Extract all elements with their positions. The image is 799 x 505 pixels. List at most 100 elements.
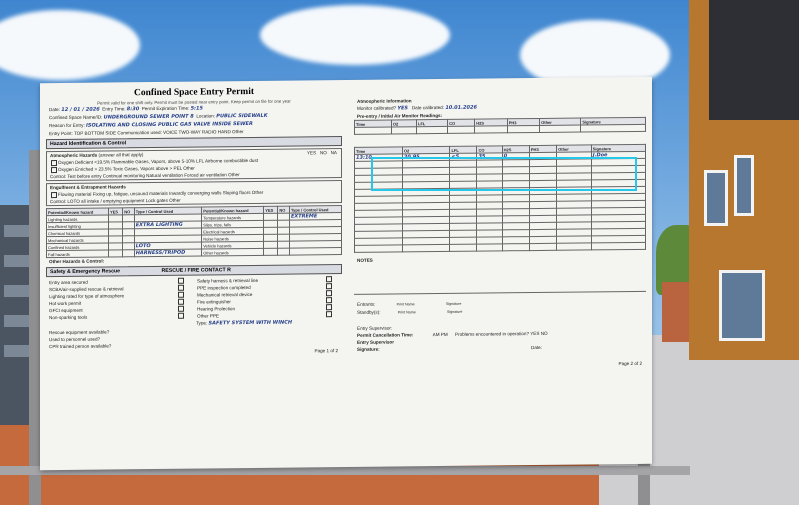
- house: [689, 0, 799, 360]
- checkbox-icon[interactable]: [326, 297, 332, 304]
- checkbox-icon[interactable]: [178, 298, 184, 305]
- rescue-grid: Entry area secured SCBA/air-supplied resc…: [46, 276, 342, 321]
- cancel-am-pm[interactable]: AM PM: [433, 332, 448, 337]
- hazard-cell[interactable]: Fall hazards: [46, 249, 109, 258]
- signature-label: Signature:: [357, 346, 380, 352]
- entrants-signature: Signature: [445, 301, 462, 306]
- notes-area[interactable]: [354, 260, 646, 295]
- monitor-cal-value[interactable]: YES: [397, 105, 408, 111]
- space-name-label: Confined Space Name/ID:: [49, 114, 103, 121]
- atm-control-text: Control: Test before entry Continual mon…: [50, 172, 240, 180]
- atm-no-label: NO: [319, 150, 327, 156]
- standby-label: Standby(s):: [357, 309, 381, 315]
- rescue-item-label: Hot work permit: [49, 300, 82, 307]
- permit-page-2: Atmospheric Information Monitor calibrat…: [354, 77, 646, 467]
- reading-cell[interactable]: [556, 242, 592, 251]
- checkbox-icon[interactable]: [51, 166, 57, 173]
- permit-expiry-label: Permit Expiration Time:: [141, 105, 190, 112]
- reading-cell[interactable]: [591, 242, 646, 250]
- location-value[interactable]: PUBLIC SIDEWALK: [216, 113, 267, 120]
- rescue-item-label: Fire extinguisher: [197, 299, 231, 305]
- cancel-time-label: Permit Cancellation Time:: [357, 332, 414, 338]
- hazard-cell[interactable]: [122, 249, 135, 257]
- standby-signature: Signature: [447, 309, 463, 314]
- entry-point-options[interactable]: TOP BOTTOM SIDE Communication used: VOIC…: [74, 129, 244, 136]
- atm-na-label: NA: [330, 150, 337, 156]
- highlight-frame: [371, 157, 637, 191]
- house-window: [704, 170, 728, 226]
- checkbox-icon[interactable]: [51, 159, 57, 166]
- hazard-cell[interactable]: [277, 248, 290, 256]
- checkbox-icon[interactable]: [326, 304, 332, 311]
- entrants-print-name: Print Name: [396, 302, 415, 307]
- signature-date-label: Date:: [531, 344, 542, 351]
- rescue-q3-text: CPR trained person available?: [49, 343, 112, 350]
- rescue-item-label: Entry area secured: [49, 279, 88, 286]
- cloud: [260, 5, 450, 65]
- reading-cell[interactable]: [502, 243, 530, 251]
- ppe-type-label: Type:: [196, 320, 208, 326]
- permit-title: Confined Space Entry Permit: [133, 86, 255, 99]
- checkbox-icon[interactable]: [178, 277, 184, 284]
- date-value[interactable]: 12 / 01 / 2026: [61, 107, 99, 113]
- checkbox-icon[interactable]: [51, 191, 57, 198]
- standby-row[interactable]: Standby(s): Print Name Signature: [354, 306, 646, 317]
- engulfment-box: Engulfment & Entrapment Hazards Flowing …: [46, 180, 342, 207]
- problems-label: Problems encountered in operation?: [454, 331, 530, 337]
- reading-cell[interactable]: [529, 243, 557, 251]
- rescue-item-label: Mechanical retrieval device: [197, 291, 253, 298]
- hazard-cell[interactable]: HARNESS/TRIPOD: [134, 249, 202, 257]
- entrants-label: Entrants:: [357, 301, 376, 307]
- monitor-cal-label: Monitor calibrated?: [357, 105, 397, 111]
- problems-yes[interactable]: YES: [530, 331, 539, 336]
- hazard-cell[interactable]: [108, 249, 123, 257]
- pre-entry-table: Time O2 LFL CO H2S PH3 Other Signature: [354, 117, 646, 135]
- permit-board: Confined Space Entry Permit Permit valid…: [40, 76, 652, 471]
- checkbox-icon[interactable]: [326, 283, 332, 290]
- rescue-item-label: Safety harness & retrieval line: [197, 277, 259, 284]
- atmospheric-box: Atmospheric Hazards (answer all that app…: [46, 148, 342, 182]
- entry-sup-sig-label: Entry Supervisor: [357, 339, 395, 345]
- reading-cell[interactable]: [476, 243, 503, 252]
- rescue-item-label: Lighting rated for type of atmosphere: [49, 293, 125, 300]
- rescue-list-left: Entry area secured SCBA/air-supplied resc…: [46, 277, 194, 322]
- hazard-cell[interactable]: [263, 248, 278, 256]
- checkbox-icon[interactable]: [326, 290, 332, 297]
- standby-print-name: Print Name: [397, 310, 416, 315]
- reading-cell[interactable]: [354, 244, 403, 253]
- checkbox-icon[interactable]: [326, 276, 332, 283]
- rescue-heading: RESCUE / FIRE CONTACT R: [161, 267, 231, 274]
- page-number-2: Page 2 of 2: [618, 360, 643, 367]
- permit-page-1: Confined Space Entry Permit Permit valid…: [46, 80, 342, 470]
- checkbox-icon[interactable]: [178, 312, 184, 319]
- cal-date-label: Date calibrated:: [411, 104, 445, 111]
- prereading-label: Pre-entry / Initial Air Monitor Readings…: [357, 112, 443, 119]
- hazard-cell[interactable]: Other hazards: [201, 248, 264, 257]
- cal-date-value[interactable]: 10.01.2026: [445, 105, 477, 111]
- rescue-item-label: Non-sparking tools: [49, 314, 88, 321]
- reading-cell[interactable]: [449, 244, 477, 252]
- hazard-cell[interactable]: [289, 247, 342, 256]
- permit-expiry-value[interactable]: 5:15: [191, 105, 203, 111]
- other-hazards-label: Other Hazards & Control:: [49, 258, 105, 265]
- entry-time-value[interactable]: 8:30: [127, 106, 139, 112]
- ppe-type-value[interactable]: SAFETY SYSTEM WITH WINCH: [209, 320, 293, 327]
- checkbox-icon[interactable]: [326, 311, 332, 318]
- house-window: [734, 155, 754, 216]
- house-window: [719, 270, 765, 341]
- location-label: Location:: [196, 113, 216, 119]
- checkbox-icon[interactable]: [178, 291, 184, 298]
- rescue-q2-text: Used to personnel used?: [49, 336, 101, 343]
- reading-cell[interactable]: [402, 244, 450, 252]
- atm-note: (answer all that apply): [98, 152, 144, 158]
- rescue-item-label: PPE inspection completed: [197, 284, 251, 291]
- problems-no[interactable]: NO: [541, 331, 548, 336]
- checkbox-icon[interactable]: [178, 305, 184, 312]
- rescue-item-label: GFCI equipment: [49, 307, 83, 314]
- eng-heading: Engulfment & Entrapment Hazards: [50, 184, 126, 191]
- space-name-value[interactable]: UNDERGROUND SEWER POINT 8: [104, 114, 194, 121]
- checkbox-icon[interactable]: [178, 284, 184, 291]
- atm-row-1-text: Oxygen Deficient <19.5% Flammable Gases,…: [58, 157, 259, 166]
- rescue-list-right: Safety harness & retrieval line PPE inspe…: [194, 276, 342, 320]
- entry-supervisor-label: Entry Supervisor:: [357, 325, 393, 331]
